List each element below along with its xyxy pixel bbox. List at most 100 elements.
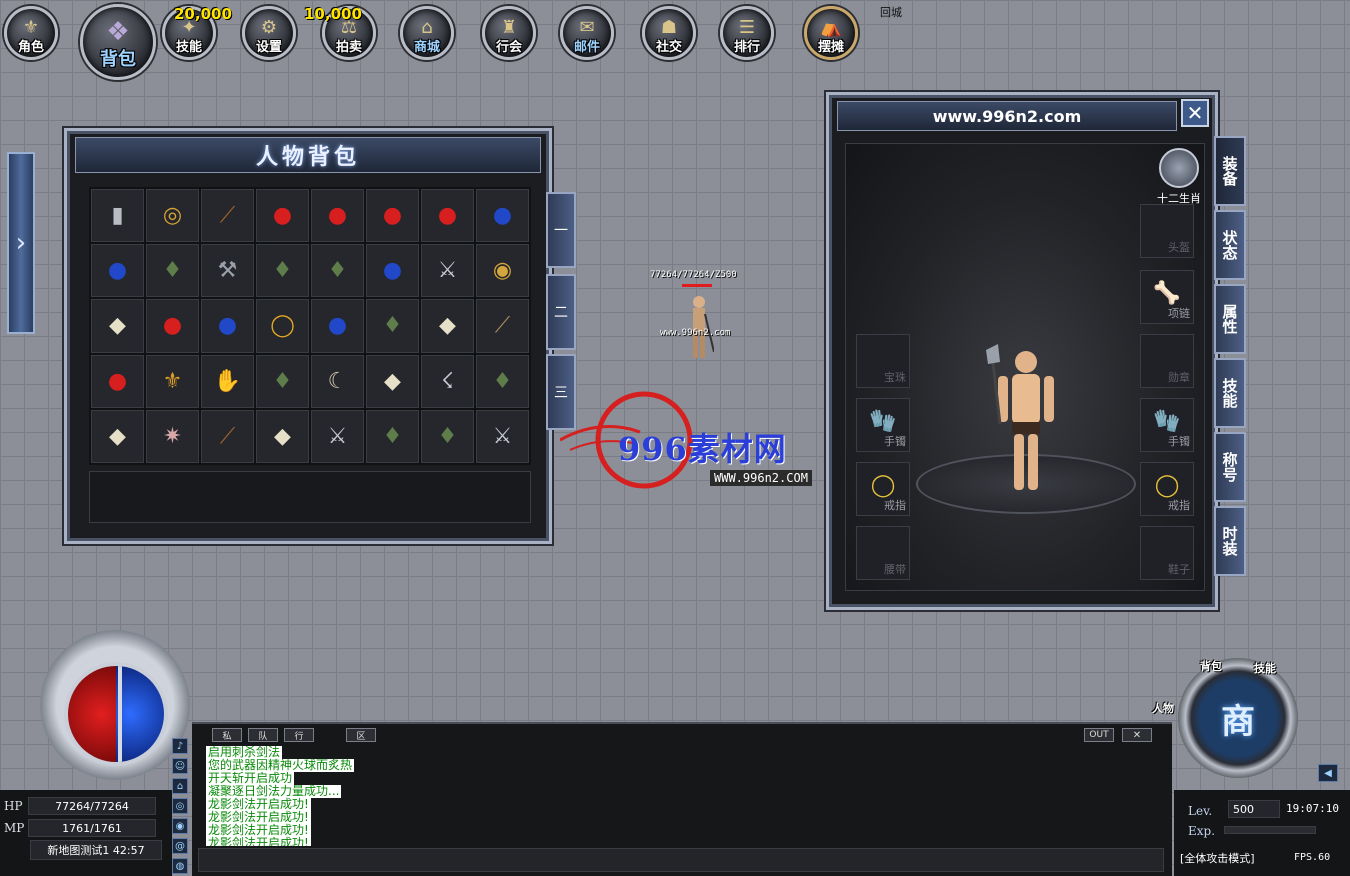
inventory-slot[interactable]: ♦ — [421, 409, 474, 463]
chat-input[interactable] — [198, 848, 1164, 872]
inventory-slot[interactable]: ◆ — [91, 299, 144, 353]
inventory-slot[interactable]: ⟋ — [476, 299, 529, 353]
guild-chat-icon[interactable]: ⌂ — [172, 778, 188, 794]
bag-shortcut-button[interactable]: 背包 — [1200, 658, 1222, 674]
equipment-tab-attributes[interactable]: 属性 — [1214, 284, 1246, 354]
menu-settings-button[interactable]: ⚙ 设置 — [242, 6, 296, 60]
equipment-tab-gear[interactable]: 装备 — [1214, 136, 1246, 206]
menu-bag-button[interactable]: ❖ 背包 — [80, 4, 156, 80]
inventory-slot[interactable]: ◆ — [256, 409, 309, 463]
inventory-slot[interactable]: ⚔ — [311, 409, 364, 463]
inventory-slot[interactable]: ● — [146, 299, 199, 353]
inventory-slot[interactable]: ✋ — [201, 354, 254, 408]
inventory-slot[interactable]: ☇ — [421, 354, 474, 408]
attack-mode-button[interactable]: [全体攻击模式] — [1180, 850, 1255, 866]
return-city-button[interactable]: 回城 — [880, 4, 902, 20]
inventory-slot[interactable]: ◆ — [366, 354, 419, 408]
inventory-slot[interactable]: ✷ — [146, 409, 199, 463]
inventory-slot[interactable]: ◆ — [91, 409, 144, 463]
inventory-slot[interactable]: ● — [91, 354, 144, 408]
world-chat-icon[interactable]: ◎ — [172, 798, 188, 814]
inventory-slot[interactable]: ◆ — [421, 299, 474, 353]
equipment-tab-titles[interactable]: 称号 — [1214, 432, 1246, 502]
shop-button[interactable]: 商 — [1178, 658, 1298, 778]
slot-ring-right[interactable]: ◯ 戒指 — [1140, 462, 1194, 516]
equipment-title-bar[interactable]: www.996n2.com — [837, 101, 1177, 131]
inventory-title-bar[interactable]: 人物背包 — [75, 137, 541, 173]
inventory-slot[interactable]: ♦ — [366, 409, 419, 463]
inventory-tab-1[interactable]: 一 — [546, 192, 576, 268]
inventory-slot[interactable]: ♦ — [476, 354, 529, 408]
inventory-slot[interactable]: ☾ — [311, 354, 364, 408]
slot-bracelet-right[interactable]: 🧤 手镯 — [1140, 398, 1194, 452]
speaker-icon[interactable]: ◀ — [1318, 764, 1338, 782]
inventory-slot[interactable]: ◯ — [256, 299, 309, 353]
chat-out-button[interactable]: OUT — [1084, 728, 1114, 742]
inventory-slot[interactable]: ⟋ — [201, 409, 254, 463]
inventory-slot[interactable]: ⟋ — [201, 189, 254, 243]
slot-boots[interactable]: 鞋子 — [1140, 526, 1194, 580]
inventory-slot[interactable]: ● — [201, 299, 254, 353]
boots-icon: ◆ — [109, 423, 126, 449]
horn-necklace-icon: 🦴 — [1153, 281, 1181, 306]
slot-necklace[interactable]: 🦴 项链 — [1140, 270, 1194, 324]
slot-gem[interactable]: 宝珠 — [856, 334, 910, 388]
inventory-slot[interactable]: ⚜ — [146, 354, 199, 408]
menu-character-button[interactable]: ⚜ 角色 — [4, 6, 58, 60]
equipment-tab-fashion[interactable]: 时装 — [1214, 506, 1246, 576]
zodiac-button[interactable]: 十二生肖 — [1154, 148, 1204, 206]
inventory-slot[interactable]: ♦ — [366, 299, 419, 353]
menu-guild-button[interactable]: ♜ 行会 — [482, 6, 536, 60]
inventory-slot[interactable]: ♦ — [146, 244, 199, 298]
chat-tool-area[interactable]: 区 — [346, 728, 376, 742]
inventory-tab-2[interactable]: 二 — [546, 274, 576, 350]
menu-mall-button[interactable]: ⌂ 商城 — [400, 6, 454, 60]
inventory-slot[interactable]: ◎ — [146, 189, 199, 243]
zodiac-emblem-icon — [1159, 148, 1199, 188]
slot-belt[interactable]: 腰带 — [856, 526, 910, 580]
private-chat-icon[interactable]: @ — [172, 838, 188, 854]
menu-mail-button[interactable]: ✉ 邮件 — [560, 6, 614, 60]
inventory-slot[interactable]: ● — [256, 189, 309, 243]
chat-tool-private[interactable]: 私 — [212, 728, 242, 742]
chat-tool-guild[interactable]: 行 — [284, 728, 314, 742]
volume-icon[interactable]: ♪ — [172, 738, 188, 754]
slot-medal[interactable]: 勋章 — [1140, 334, 1194, 388]
inventory-slot[interactable]: ● — [476, 189, 529, 243]
hook-icon: ☇ — [441, 368, 454, 394]
menu-ranking-button[interactable]: ☰ 排行 — [720, 6, 774, 60]
inventory-slot[interactable]: ♦ — [311, 244, 364, 298]
inventory-slot[interactable]: ● — [91, 244, 144, 298]
slot-ring-left[interactable]: ◯ 戒指 — [856, 462, 910, 516]
group-icon[interactable]: ☺ — [172, 758, 188, 774]
inventory-slot[interactable]: ● — [421, 189, 474, 243]
chat-tool-team[interactable]: 队 — [248, 728, 278, 742]
side-expand-tab[interactable]: › — [7, 152, 35, 334]
menu-social-button[interactable]: ☗ 社交 — [642, 6, 696, 60]
equipment-close-button[interactable]: ✕ — [1181, 99, 1209, 127]
inventory-slot[interactable]: ♦ — [256, 354, 309, 408]
inventory-slot[interactable]: ⚔ — [421, 244, 474, 298]
exp-label: Exp. — [1188, 824, 1216, 838]
character-shortcut-button[interactable]: 人物 — [1152, 700, 1174, 716]
inventory-slot[interactable]: ♦ — [256, 244, 309, 298]
hp-mp-orb — [40, 630, 190, 780]
area-chat-icon[interactable]: ◉ — [172, 818, 188, 834]
slot-bracelet-left[interactable]: 🧤 手镯 — [856, 398, 910, 452]
inventory-slot[interactable]: ● — [311, 299, 364, 353]
red-potion-icon: ● — [437, 203, 458, 229]
filter-icon[interactable]: ◍ — [172, 858, 188, 874]
inventory-slot[interactable]: ● — [366, 189, 419, 243]
inventory-slot[interactable]: ⚒ — [201, 244, 254, 298]
inventory-slot[interactable]: ● — [311, 189, 364, 243]
inventory-slot[interactable]: ⚔ — [476, 409, 529, 463]
equipment-tab-skills[interactable]: 技能 — [1214, 358, 1246, 428]
inventory-slot[interactable]: ▮ — [91, 189, 144, 243]
skill-shortcut-button[interactable]: 技能 — [1254, 660, 1276, 676]
inventory-slot[interactable]: ◉ — [476, 244, 529, 298]
slot-helmet[interactable]: 头盔 — [1140, 204, 1194, 258]
sword-icon: ⚔ — [492, 423, 513, 449]
equipment-tab-status[interactable]: 状态 — [1214, 210, 1246, 280]
menu-stall-button[interactable]: ⛺ 摆摊 — [804, 6, 858, 60]
inventory-slot[interactable]: ● — [366, 244, 419, 298]
